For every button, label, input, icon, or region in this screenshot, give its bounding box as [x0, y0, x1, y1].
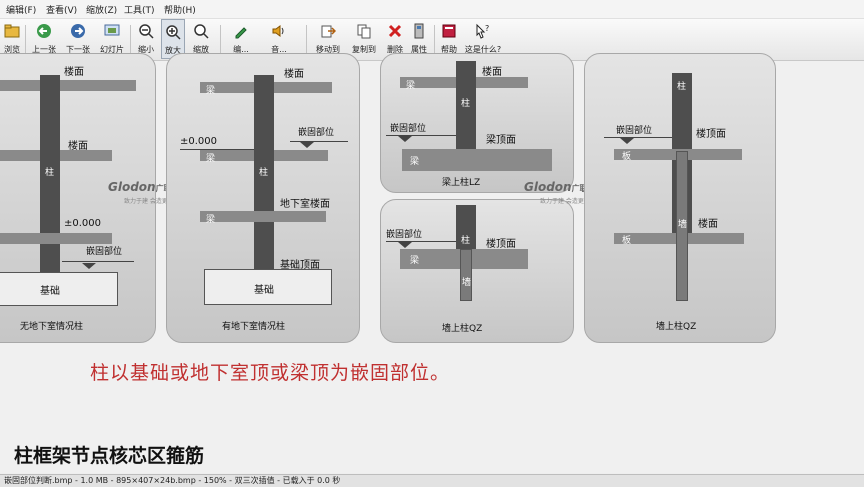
move-icon	[321, 25, 336, 38]
slide-heading: 柱框架节点核芯区箍筋	[14, 445, 205, 467]
arrow-left-icon	[37, 24, 51, 38]
basement-floor-label: 地下室楼面	[280, 199, 330, 210]
wall-label: 墙	[678, 220, 688, 230]
floor-top-label: 楼顶面	[696, 129, 726, 140]
copy-icon	[357, 24, 371, 39]
slab-label: 板	[622, 236, 632, 246]
embed-marker	[300, 142, 314, 148]
magnifier-minus-icon	[139, 24, 154, 39]
beam-label: 梁	[410, 157, 420, 167]
slide-caption: 柱以基础或地下室顶或梁顶为嵌固部位。	[90, 362, 451, 384]
embed-marker	[398, 136, 412, 142]
floor-label: 楼面	[482, 67, 502, 78]
svg-text:?: ?	[485, 24, 489, 33]
embed-label: 嵌固部位	[616, 126, 653, 136]
help-book-icon	[442, 24, 456, 38]
beam	[402, 149, 552, 171]
elevation-label: ±0.000	[180, 136, 218, 147]
pointer-question-icon: ?	[476, 23, 489, 39]
folder-icon	[4, 24, 20, 38]
wall-label: 墙	[462, 278, 472, 288]
foundation-label: 基础	[254, 285, 274, 296]
slab	[200, 211, 326, 222]
embed-label: 嵌固部位	[86, 247, 123, 257]
floor-label: 楼面	[68, 141, 88, 152]
magnifier-icon	[194, 24, 209, 39]
embed-marker	[82, 263, 96, 269]
beam-top-label: 梁顶面	[486, 135, 516, 146]
delete-x-icon	[388, 24, 402, 38]
floor-label: 楼面	[64, 67, 84, 78]
foundation-label: 基础	[40, 286, 60, 297]
panel-caption: 梁上柱LZ	[442, 178, 481, 188]
slab-label: 板	[622, 152, 632, 162]
beam-label: 梁	[206, 154, 216, 164]
image-canvas: 楼面 楼面 柱 ±0.000 嵌固部位 基础 无地下室情况柱 Glodon广联达…	[0, 53, 864, 473]
menu-bar: 编辑(F) 查看(V) 缩放(Z) 工具(T) 帮助(H)	[0, 0, 864, 19]
column-label: 柱	[461, 236, 471, 246]
beam-label: 梁	[406, 81, 416, 91]
status-text: 嵌固部位判断.bmp - 1.0 MB - 895×407×24b.bmp - …	[4, 476, 341, 485]
logo-slogan: 致力于建 会造更多	[540, 198, 590, 205]
speaker-icon	[272, 25, 284, 37]
column-label: 柱	[677, 82, 687, 92]
properties-icon	[414, 23, 424, 39]
embed-label: 嵌固部位	[390, 124, 427, 134]
column-label: 柱	[259, 168, 269, 178]
beam-label: 梁	[206, 86, 216, 96]
panel-caption: 墙上柱QZ	[656, 322, 697, 332]
menu-zoom[interactable]: 缩放(Z)	[86, 3, 117, 16]
arrow-right-icon	[71, 24, 85, 38]
brush-icon	[235, 27, 247, 39]
slideshow-icon	[104, 24, 120, 36]
embed-marker	[398, 242, 412, 248]
magnifier-plus-icon	[166, 25, 181, 40]
menu-help[interactable]: 帮助(H)	[164, 3, 196, 16]
menu-tools[interactable]: 工具(T)	[124, 3, 155, 16]
beam-label: 梁	[410, 256, 420, 266]
floor-label: 楼面	[284, 69, 304, 80]
column-label: 柱	[461, 99, 471, 109]
panel-caption: 无地下室情况柱	[20, 322, 84, 332]
panel-caption: 有地下室情况柱	[222, 322, 286, 332]
panel-caption: 墙上柱QZ	[442, 324, 483, 334]
menu-view[interactable]: 查看(V)	[46, 3, 77, 16]
floor-label: 楼面	[698, 219, 718, 230]
embed-label: 嵌固部位	[298, 128, 335, 138]
floor-top-label: 楼顶面	[486, 239, 516, 250]
slab	[0, 80, 136, 91]
slab	[0, 233, 112, 244]
embed-marker	[620, 138, 634, 144]
column-label: 柱	[45, 168, 55, 178]
elevation-label: ±0.000	[64, 218, 102, 229]
status-bar: 嵌固部位判断.bmp - 1.0 MB - 895×407×24b.bmp - …	[0, 474, 864, 487]
beam-label: 梁	[206, 215, 216, 225]
menu-edit[interactable]: 编辑(F)	[6, 3, 36, 16]
embed-label: 嵌固部位	[386, 230, 423, 240]
